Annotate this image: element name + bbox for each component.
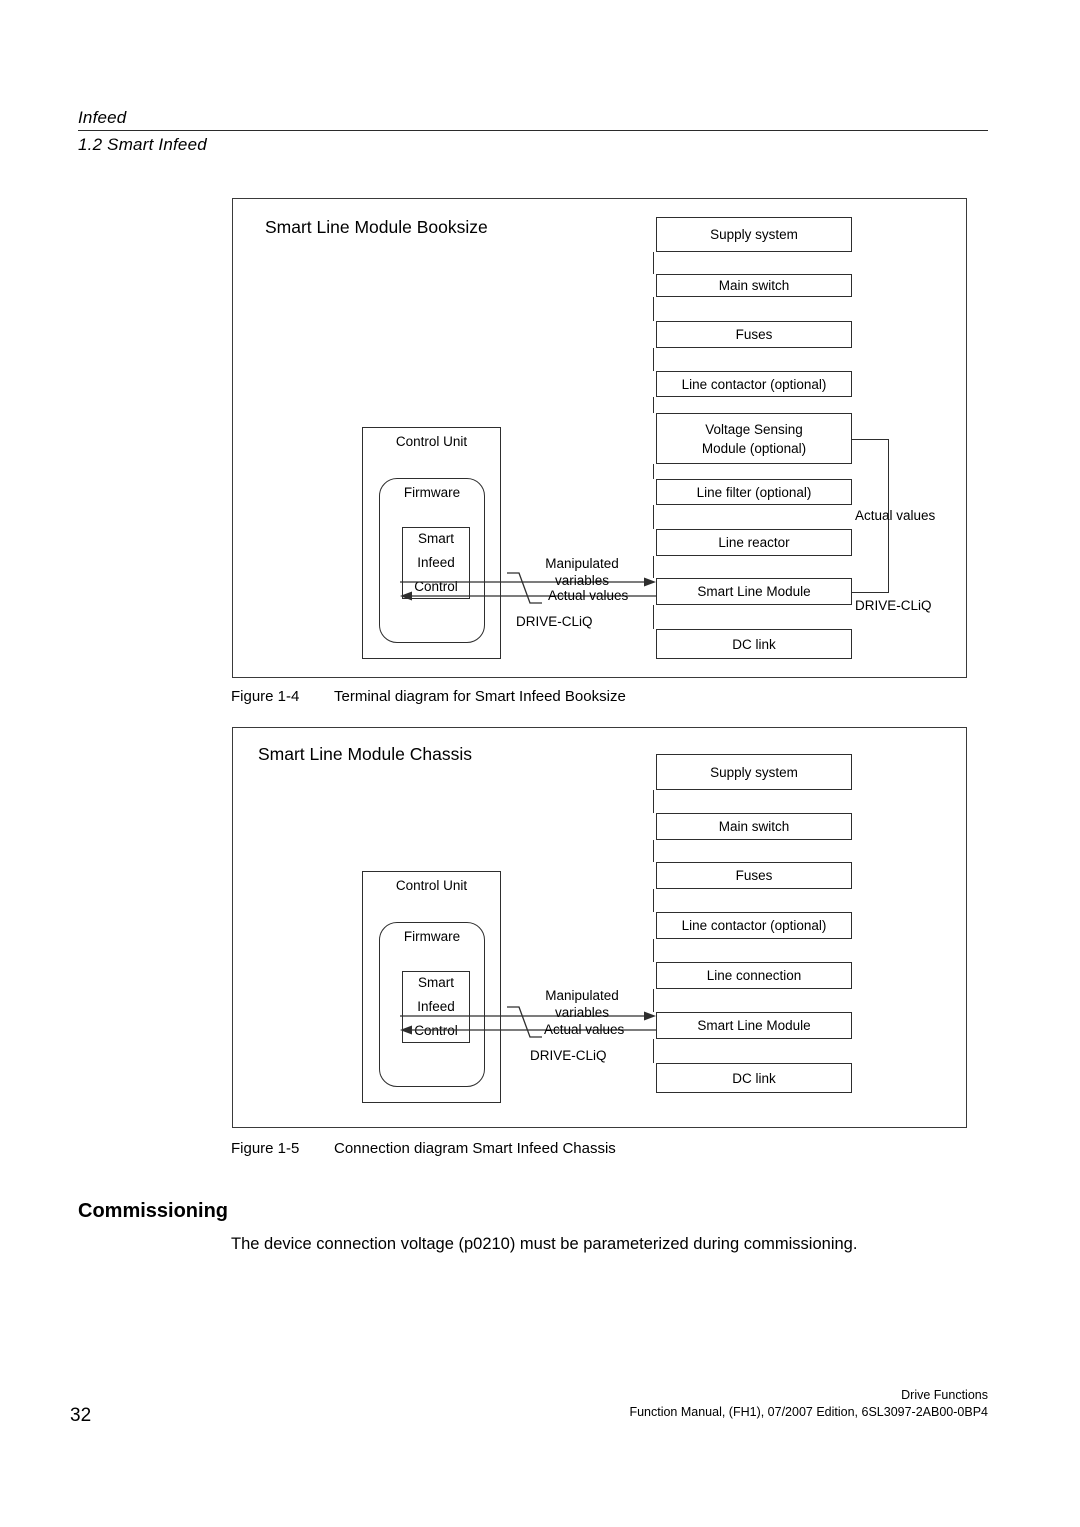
figure-1-5-caption: Figure 1-5 Connection diagram Smart Infee… — [231, 1140, 616, 1157]
figure-1-5-caption-number: Figure 1-5 — [231, 1140, 300, 1157]
label-manipulated-line1: Manipulated — [545, 988, 619, 1003]
figure-1-4-caption: Figure 1-4 Terminal diagram for Smart Inf… — [231, 688, 626, 705]
figure-1-4-diagram: Smart Line Module Booksize Supply system… — [232, 198, 967, 678]
header-divider — [78, 130, 988, 131]
label-driveclid-left: DRIVE-CLiQ — [530, 1048, 607, 1063]
label-actual-values-left: Actual values — [544, 1022, 625, 1037]
control-signal-arrows — [400, 572, 656, 604]
control-signal-arrows — [400, 1006, 656, 1038]
label-manipulated-line2: variables — [554, 1005, 610, 1020]
label-manipulated-line1: Manipulated — [545, 556, 619, 571]
label-manipulated-line2: variables — [554, 573, 610, 588]
footer-meta: Drive Functions Function Manual, (FH1), … — [629, 1387, 988, 1421]
figure-1-5-caption-text: Connection diagram Smart Infeed Chassis — [334, 1140, 616, 1157]
commissioning-heading: Commissioning — [78, 1200, 229, 1222]
header-section: 1.2 Smart Infeed — [78, 135, 207, 154]
commissioning-paragraph: The device connection voltage (p0210) mu… — [231, 1235, 858, 1253]
header-chapter: Infeed — [78, 108, 127, 127]
label-manipulated-variables: Manipulated variables — [521, 987, 643, 1021]
footer-doc-reference: Function Manual, (FH1), 07/2007 Edition,… — [629, 1405, 988, 1419]
figure-1-5-diagram: Smart Line Module Chassis Supply system … — [232, 727, 967, 1128]
label-actual-values-left: Actual values — [548, 588, 629, 603]
page-header: Infeed 1.2 Smart Infeed — [78, 108, 988, 156]
label-manipulated-variables: Manipulated variables — [521, 555, 643, 589]
label-driveclid-left: DRIVE-CLiQ — [516, 614, 593, 629]
footer-page-number: 32 — [70, 1405, 92, 1426]
footer-doc-title: Drive Functions — [901, 1388, 988, 1402]
figure-1-4-caption-text: Terminal diagram for Smart Infeed Booksi… — [334, 688, 626, 705]
figure-1-4-caption-number: Figure 1-4 — [231, 688, 300, 705]
